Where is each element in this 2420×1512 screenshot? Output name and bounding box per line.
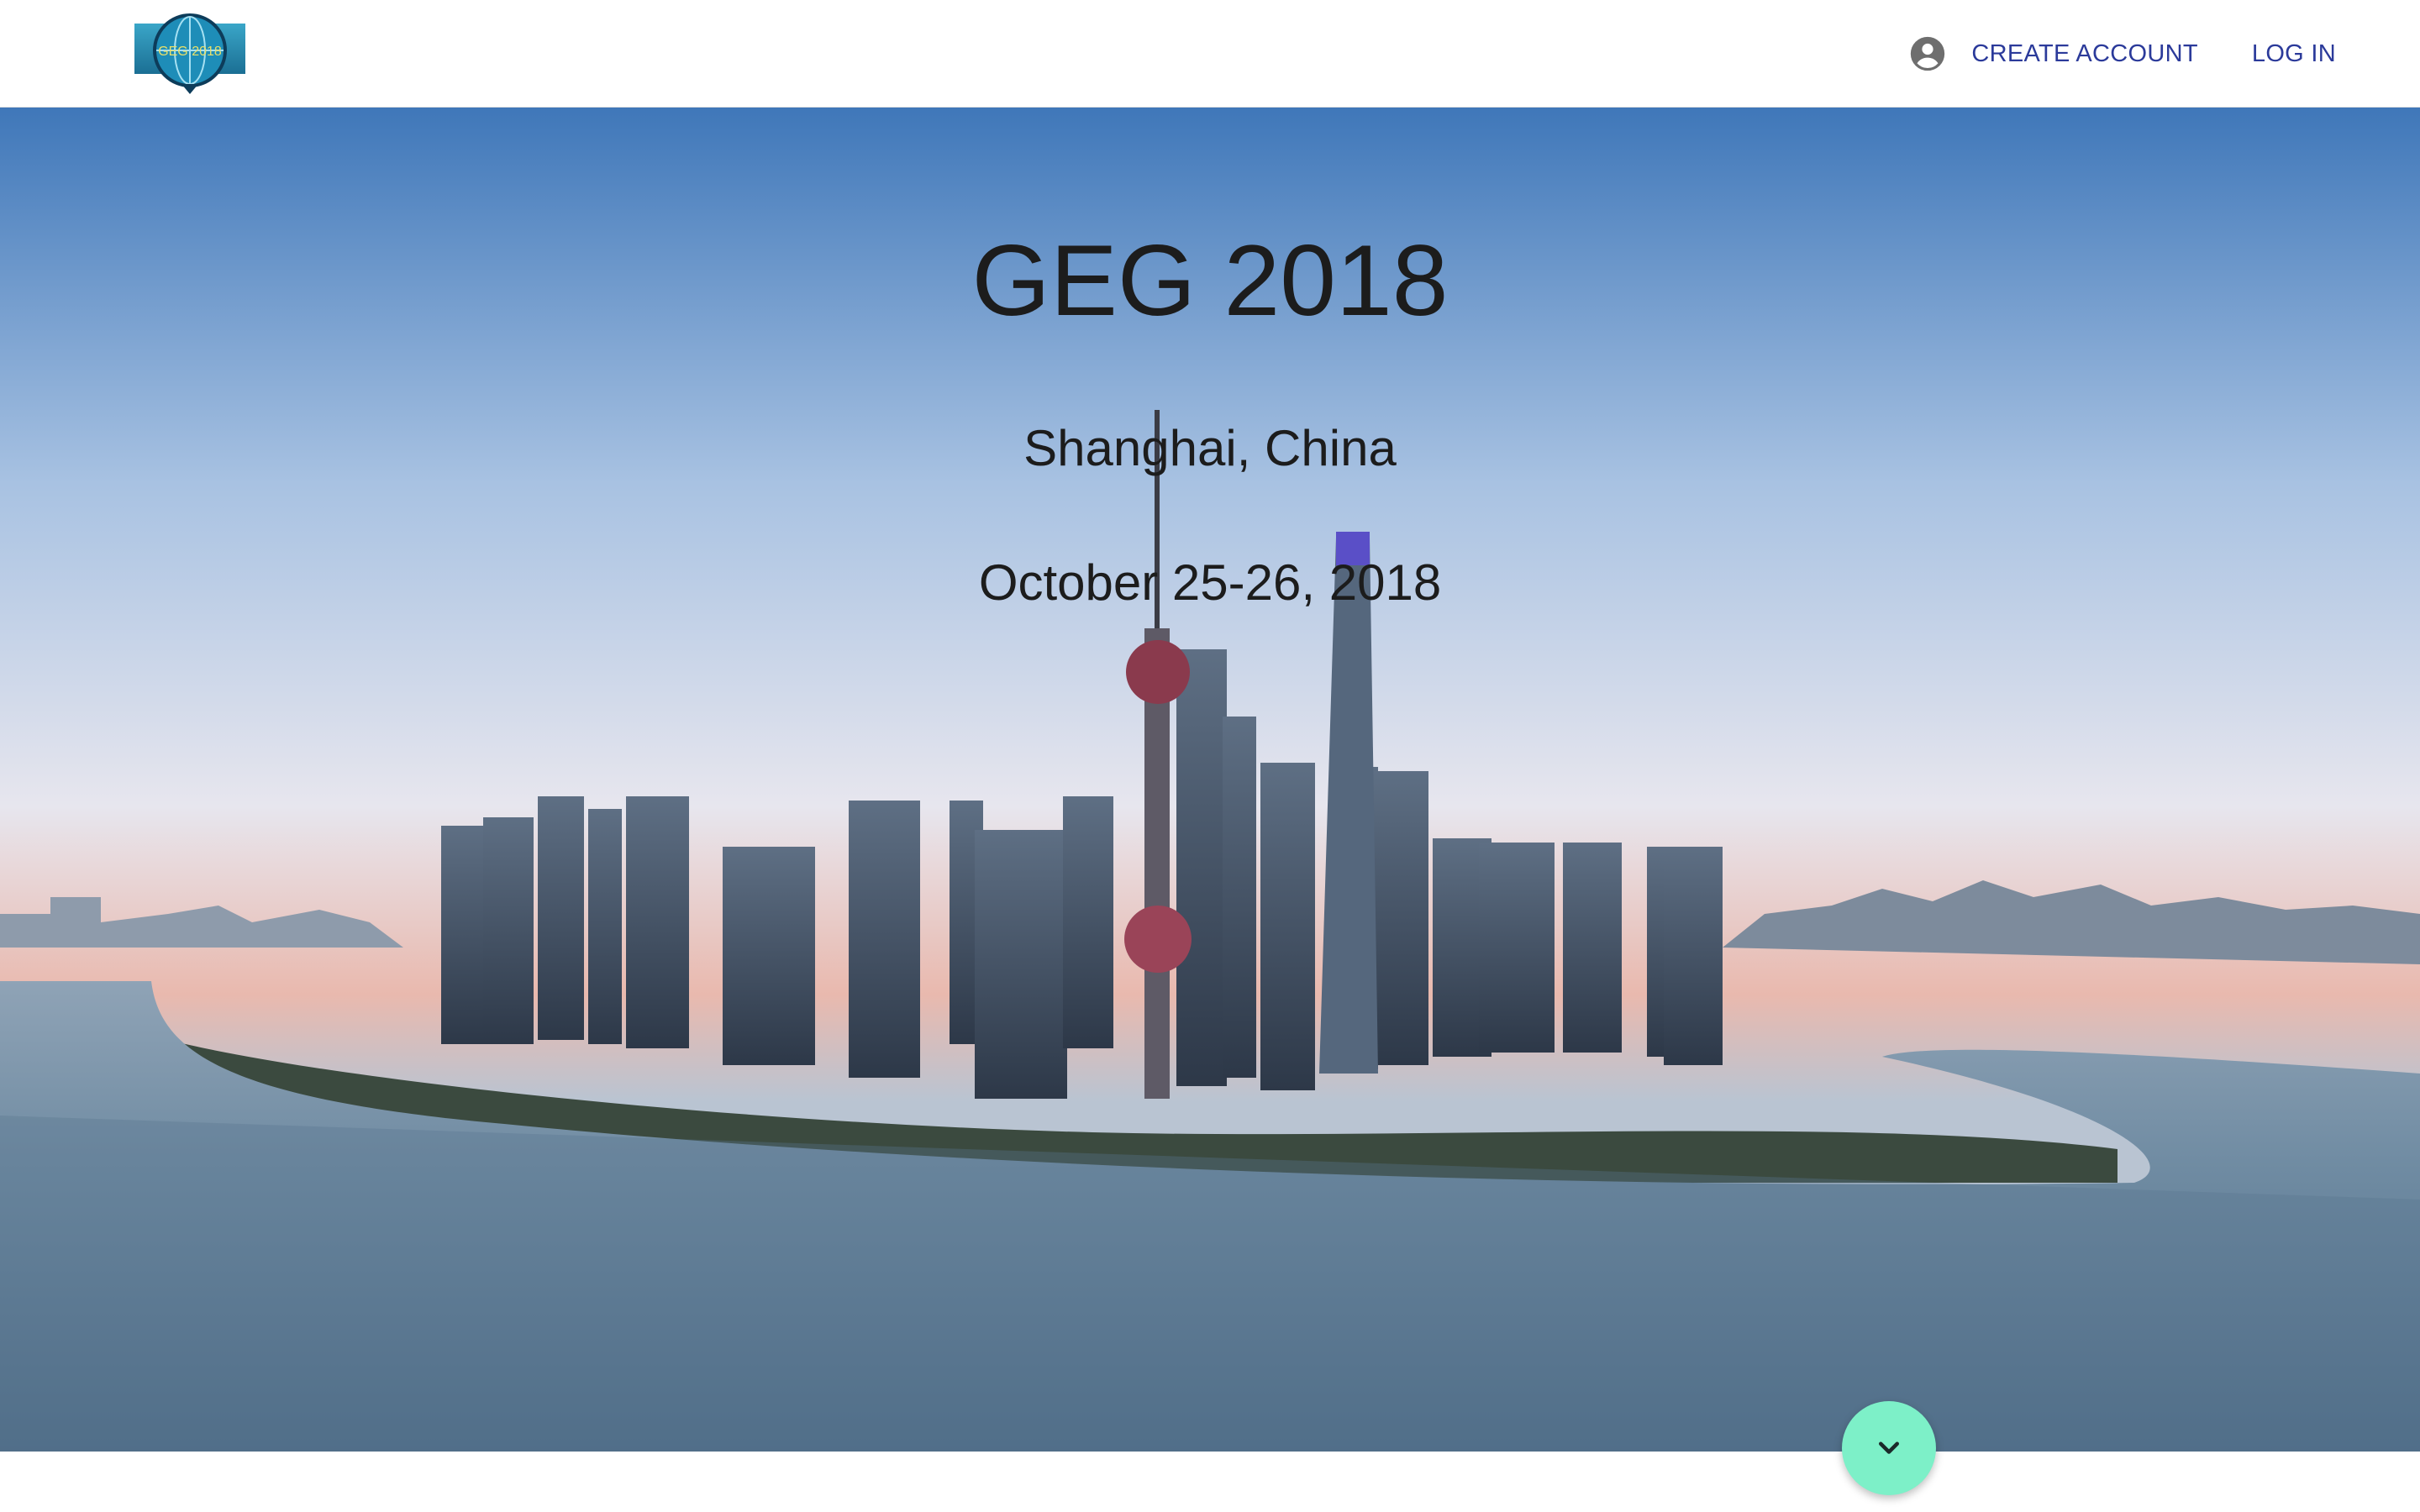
page: GEG 2018 CREATE ACCOUNT LOG IN GEG 2018 …	[0, 0, 2420, 1512]
event-title: GEG 2018	[971, 224, 1449, 337]
scroll-down-button[interactable]	[1842, 1401, 1936, 1495]
top-header: GEG 2018 CREATE ACCOUNT LOG IN	[0, 0, 2420, 108]
log-in-link[interactable]: LOG IN	[2252, 40, 2336, 68]
logo-text: GEG 2018	[158, 45, 222, 59]
create-account-link[interactable]: CREATE ACCOUNT	[1971, 40, 2198, 68]
hero-section: GEG 2018 Shanghai, China October 25-26, …	[0, 108, 2420, 1452]
header-nav: CREATE ACCOUNT LOG IN	[1909, 0, 2336, 108]
event-location: Shanghai, China	[1023, 420, 1397, 476]
account-circle-icon[interactable]	[1909, 35, 1946, 72]
chevron-down-icon	[1879, 1441, 1899, 1454]
geg-logo[interactable]: GEG 2018	[134, 12, 245, 96]
event-dates: October 25-26, 2018	[978, 554, 1442, 611]
